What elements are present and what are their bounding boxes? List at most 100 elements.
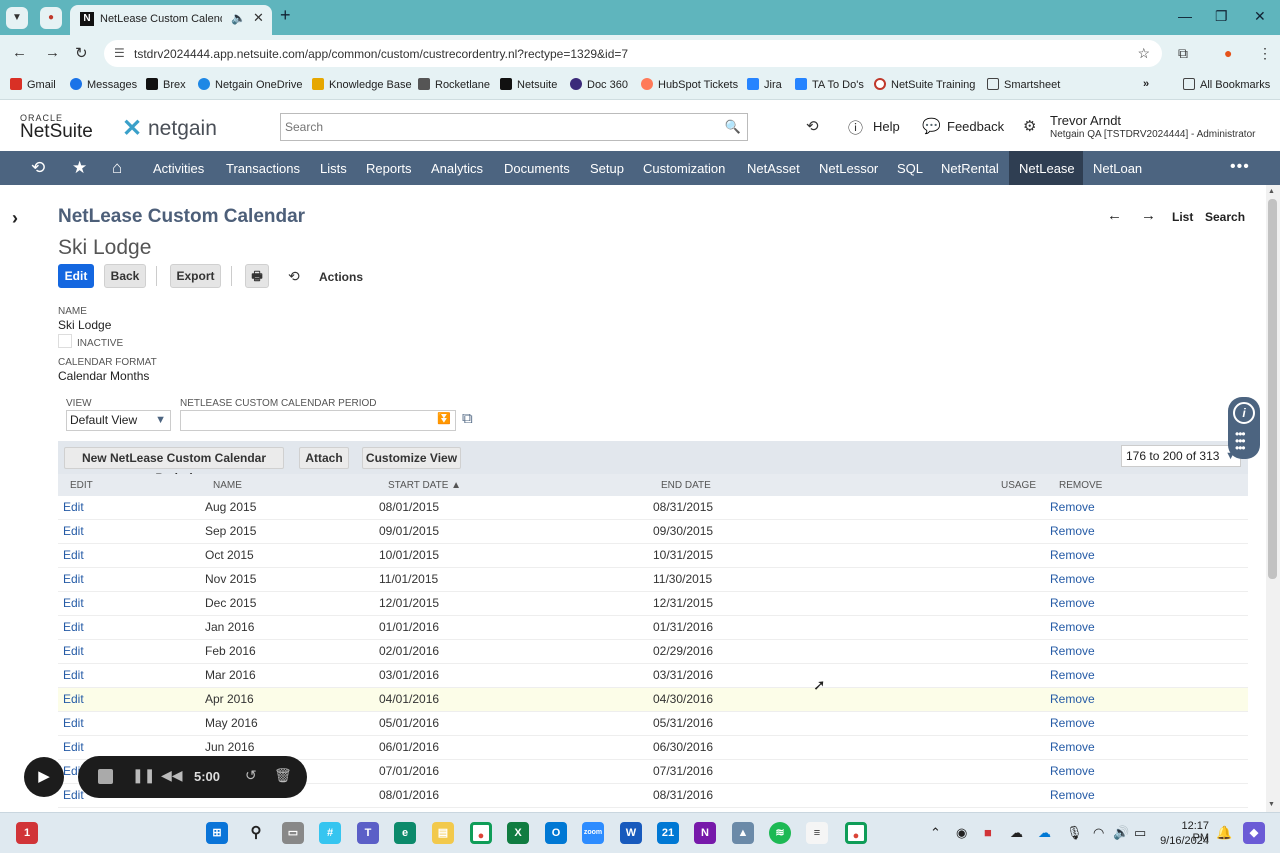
excel-icon[interactable]: X	[507, 822, 529, 844]
extensions-icon[interactable]: ⧉	[1178, 45, 1188, 62]
scroll-up-icon[interactable]: ▲	[1268, 188, 1275, 195]
speaker-icon[interactable]: 🔈	[231, 11, 246, 25]
nav-sql[interactable]: SQL	[897, 161, 923, 176]
column-header-usage[interactable]: USAGE	[1001, 480, 1036, 491]
more-bookmarks-icon[interactable]: »	[1143, 78, 1149, 90]
nav-activities[interactable]: Activities	[153, 161, 204, 176]
row-edit-link[interactable]: Edit	[63, 668, 84, 682]
column-header-name[interactable]: NAME	[213, 480, 242, 491]
info-icon[interactable]: i	[1233, 402, 1255, 424]
trash-icon[interactable]: 🗑	[274, 767, 292, 784]
restart-icon[interactable]: ↺	[245, 767, 257, 784]
url-text[interactable]: tstdrv2024444.app.netsuite.com/app/commo…	[134, 47, 628, 61]
nav-lists[interactable]: Lists	[320, 161, 347, 176]
new-tab-icon[interactable]: +	[280, 5, 291, 26]
nav-netlessor[interactable]: NetLessor	[819, 161, 878, 176]
row-remove-link[interactable]: Remove	[1050, 668, 1095, 682]
period-select[interactable]: ⏬	[180, 410, 456, 431]
row-edit-link[interactable]: Edit	[63, 572, 84, 586]
outlook-calendar-icon[interactable]: 21	[657, 822, 679, 844]
row-remove-link[interactable]: Remove	[1050, 548, 1095, 562]
stop-icon[interactable]	[98, 769, 113, 784]
row-remove-link[interactable]: Remove	[1050, 716, 1095, 730]
row-edit-link[interactable]: Edit	[63, 740, 84, 754]
copilot-icon[interactable]: ◆	[1243, 822, 1265, 844]
global-search-input[interactable]	[281, 114, 721, 140]
bookmark-netsuite[interactable]: Netsuite	[500, 78, 557, 91]
teams-icon[interactable]: T	[357, 822, 379, 844]
row-remove-link[interactable]: Remove	[1050, 524, 1095, 538]
help-widget[interactable]: i ••• ••• •••	[1228, 397, 1260, 459]
restore-icon[interactable]: ❐	[1215, 8, 1228, 25]
notification-bell-icon[interactable]: 🔔	[1216, 825, 1232, 841]
row-edit-link[interactable]: Edit	[63, 692, 84, 706]
search-icon[interactable]: 🔍	[725, 119, 741, 135]
search-icon[interactable]: ⚲	[245, 822, 267, 844]
row-remove-link[interactable]: Remove	[1050, 572, 1095, 586]
notepad-icon[interactable]: ≡	[806, 822, 828, 844]
file-explorer-icon[interactable]: ▤	[432, 822, 454, 844]
spotify-icon[interactable]: ≋	[769, 822, 791, 844]
tray-overflow-icon[interactable]: ⌃	[930, 825, 941, 841]
row-remove-link[interactable]: Remove	[1050, 764, 1095, 778]
scroll-down-icon[interactable]: ▼	[1268, 801, 1275, 808]
slack-icon[interactable]: #	[319, 822, 341, 844]
bookmark-netsuite-training[interactable]: NetSuite Training	[874, 78, 975, 91]
app-icon[interactable]: 1	[16, 822, 38, 844]
photos-icon[interactable]: ▲	[732, 822, 754, 844]
favorites-star-icon[interactable]: ★	[72, 158, 87, 178]
nav-netrental[interactable]: NetRental	[941, 161, 999, 176]
recent-records-icon[interactable]: ⟲	[806, 117, 819, 135]
onenote-icon[interactable]: N	[694, 822, 716, 844]
bookmark-knowledge-base[interactable]: Knowledge Base	[312, 78, 412, 91]
bookmark-doc360[interactable]: Doc 360	[570, 78, 628, 91]
nav-analytics[interactable]: Analytics	[431, 161, 483, 176]
omnibox[interactable]: ☰ tstdrv2024444.app.netsuite.com/app/com…	[104, 40, 1162, 67]
column-header-start-date[interactable]: START DATE ▲	[388, 480, 461, 491]
recent-icon[interactable]: ⟲	[31, 158, 45, 178]
row-remove-link[interactable]: Remove	[1050, 740, 1095, 754]
row-edit-link[interactable]: Edit	[63, 524, 84, 538]
row-edit-link[interactable]: Edit	[63, 644, 84, 658]
outlook-icon[interactable]: O	[545, 822, 567, 844]
all-bookmarks[interactable]: All Bookmarks	[1183, 78, 1270, 91]
user-name[interactable]: Trevor Arndt	[1050, 113, 1121, 128]
nav-documents[interactable]: Documents	[504, 161, 570, 176]
new-calendar-period-button[interactable]: New NetLease Custom Calendar Period	[64, 447, 284, 485]
customize-view-button[interactable]: Customize View	[362, 447, 461, 469]
bookmark-hubspot[interactable]: HubSpot Tickets	[641, 78, 738, 91]
list-link[interactable]: List	[1172, 210, 1193, 224]
row-remove-link[interactable]: Remove	[1050, 788, 1095, 802]
bookmark-smartsheet[interactable]: Smartsheet	[987, 78, 1060, 91]
bookmark-brex[interactable]: Brex	[146, 78, 186, 91]
row-remove-link[interactable]: Remove	[1050, 596, 1095, 610]
taskbar-date[interactable]: 9/16/2024	[1150, 835, 1209, 847]
more-menu-icon[interactable]: •••	[1230, 158, 1250, 176]
row-remove-link[interactable]: Remove	[1050, 692, 1095, 706]
nav-netlease[interactable]: NetLease	[1019, 161, 1075, 176]
row-edit-link[interactable]: Edit	[63, 548, 84, 562]
user-role[interactable]: Netgain QA [TSTDRV2024444] - Administrat…	[1050, 129, 1255, 140]
row-edit-link[interactable]: Edit	[63, 596, 84, 610]
reload-icon[interactable]: ↻	[75, 44, 88, 62]
nav-netloan[interactable]: NetLoan	[1093, 161, 1142, 176]
row-remove-link[interactable]: Remove	[1050, 644, 1095, 658]
profile-extension-icon[interactable]: ●	[1224, 45, 1232, 61]
nav-setup[interactable]: Setup	[590, 161, 624, 176]
help-icon[interactable]: ⓘ	[848, 117, 863, 138]
zoom-icon[interactable]: zoom	[582, 822, 604, 844]
rewind-icon[interactable]: ◀◀	[161, 767, 183, 784]
export-button[interactable]: Export	[170, 264, 221, 288]
tab-search-chevron-icon[interactable]: ▼	[6, 7, 28, 29]
previous-record-arrow-icon[interactable]: ←	[1107, 207, 1122, 224]
start-icon[interactable]: ⊞	[206, 822, 228, 844]
row-edit-link[interactable]: Edit	[63, 788, 84, 802]
view-select[interactable]: Default View ▼	[66, 410, 171, 431]
bookmark-gmail[interactable]: Gmail	[10, 78, 56, 91]
nav-reports[interactable]: Reports	[366, 161, 412, 176]
home-icon[interactable]: ⌂	[112, 158, 122, 178]
site-info-icon[interactable]: ☰	[114, 46, 125, 60]
row-remove-link[interactable]: Remove	[1050, 620, 1095, 634]
bookmark-rocketlane[interactable]: Rocketlane	[418, 78, 490, 91]
pause-icon[interactable]: ❚❚	[132, 767, 155, 784]
